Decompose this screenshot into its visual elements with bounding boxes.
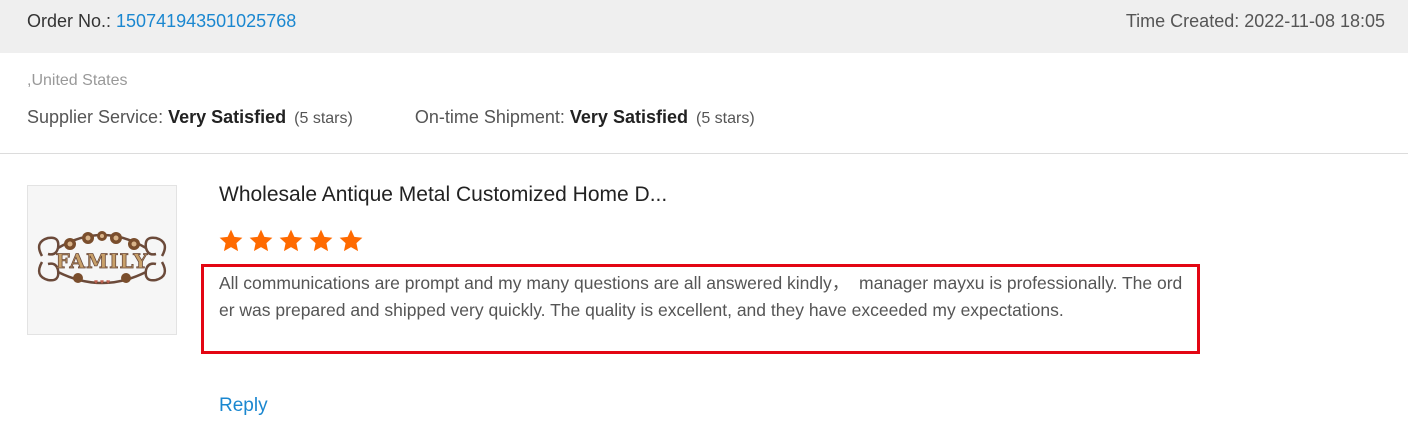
supplier-service-value: Very Satisfied — [168, 107, 287, 127]
section-divider — [0, 153, 1408, 154]
star-icon — [219, 229, 243, 252]
supplier-service-stars: (5 stars) — [294, 110, 353, 127]
buyer-country: ,United States — [27, 72, 128, 89]
review-text: All communications are prompt and my man… — [219, 273, 1183, 320]
family-sign-image: FAMILY ♥ ♥ ♥ — [28, 186, 176, 334]
product-rating — [218, 228, 364, 256]
order-number-field: Order No.: 150741943501025768 — [27, 11, 296, 32]
time-created: Time Created: 2022-11-08 18:05 — [1125, 11, 1385, 31]
shipment-value: Very Satisfied — [569, 107, 688, 127]
star-icon — [249, 229, 273, 252]
shipment-label: On-time Shipment: — [414, 107, 570, 127]
order-number-link[interactable]: 150741943501025768 — [116, 11, 296, 31]
star-icon — [309, 229, 333, 252]
thumbnail-text: FAMILY — [55, 249, 148, 273]
svg-text:♥ ♥ ♥: ♥ ♥ ♥ — [94, 279, 110, 286]
reply-link[interactable]: Reply — [219, 395, 268, 417]
ratings-row: Supplier Service: Very Satisfied (5 stars… — [27, 107, 755, 128]
supplier-service-label: Supplier Service: — [27, 107, 169, 127]
product-thumbnail[interactable]: FAMILY ♥ ♥ ♥ — [27, 185, 177, 335]
product-title[interactable]: Wholesale Antique Metal Customized Home … — [219, 183, 667, 207]
order-label: Order No.: — [27, 11, 117, 31]
shipment-stars: (5 stars) — [695, 110, 755, 127]
star-icon — [339, 229, 363, 252]
star-icon — [279, 229, 303, 252]
order-header: Order No.: 150741943501025768 Time Creat… — [0, 0, 1408, 53]
